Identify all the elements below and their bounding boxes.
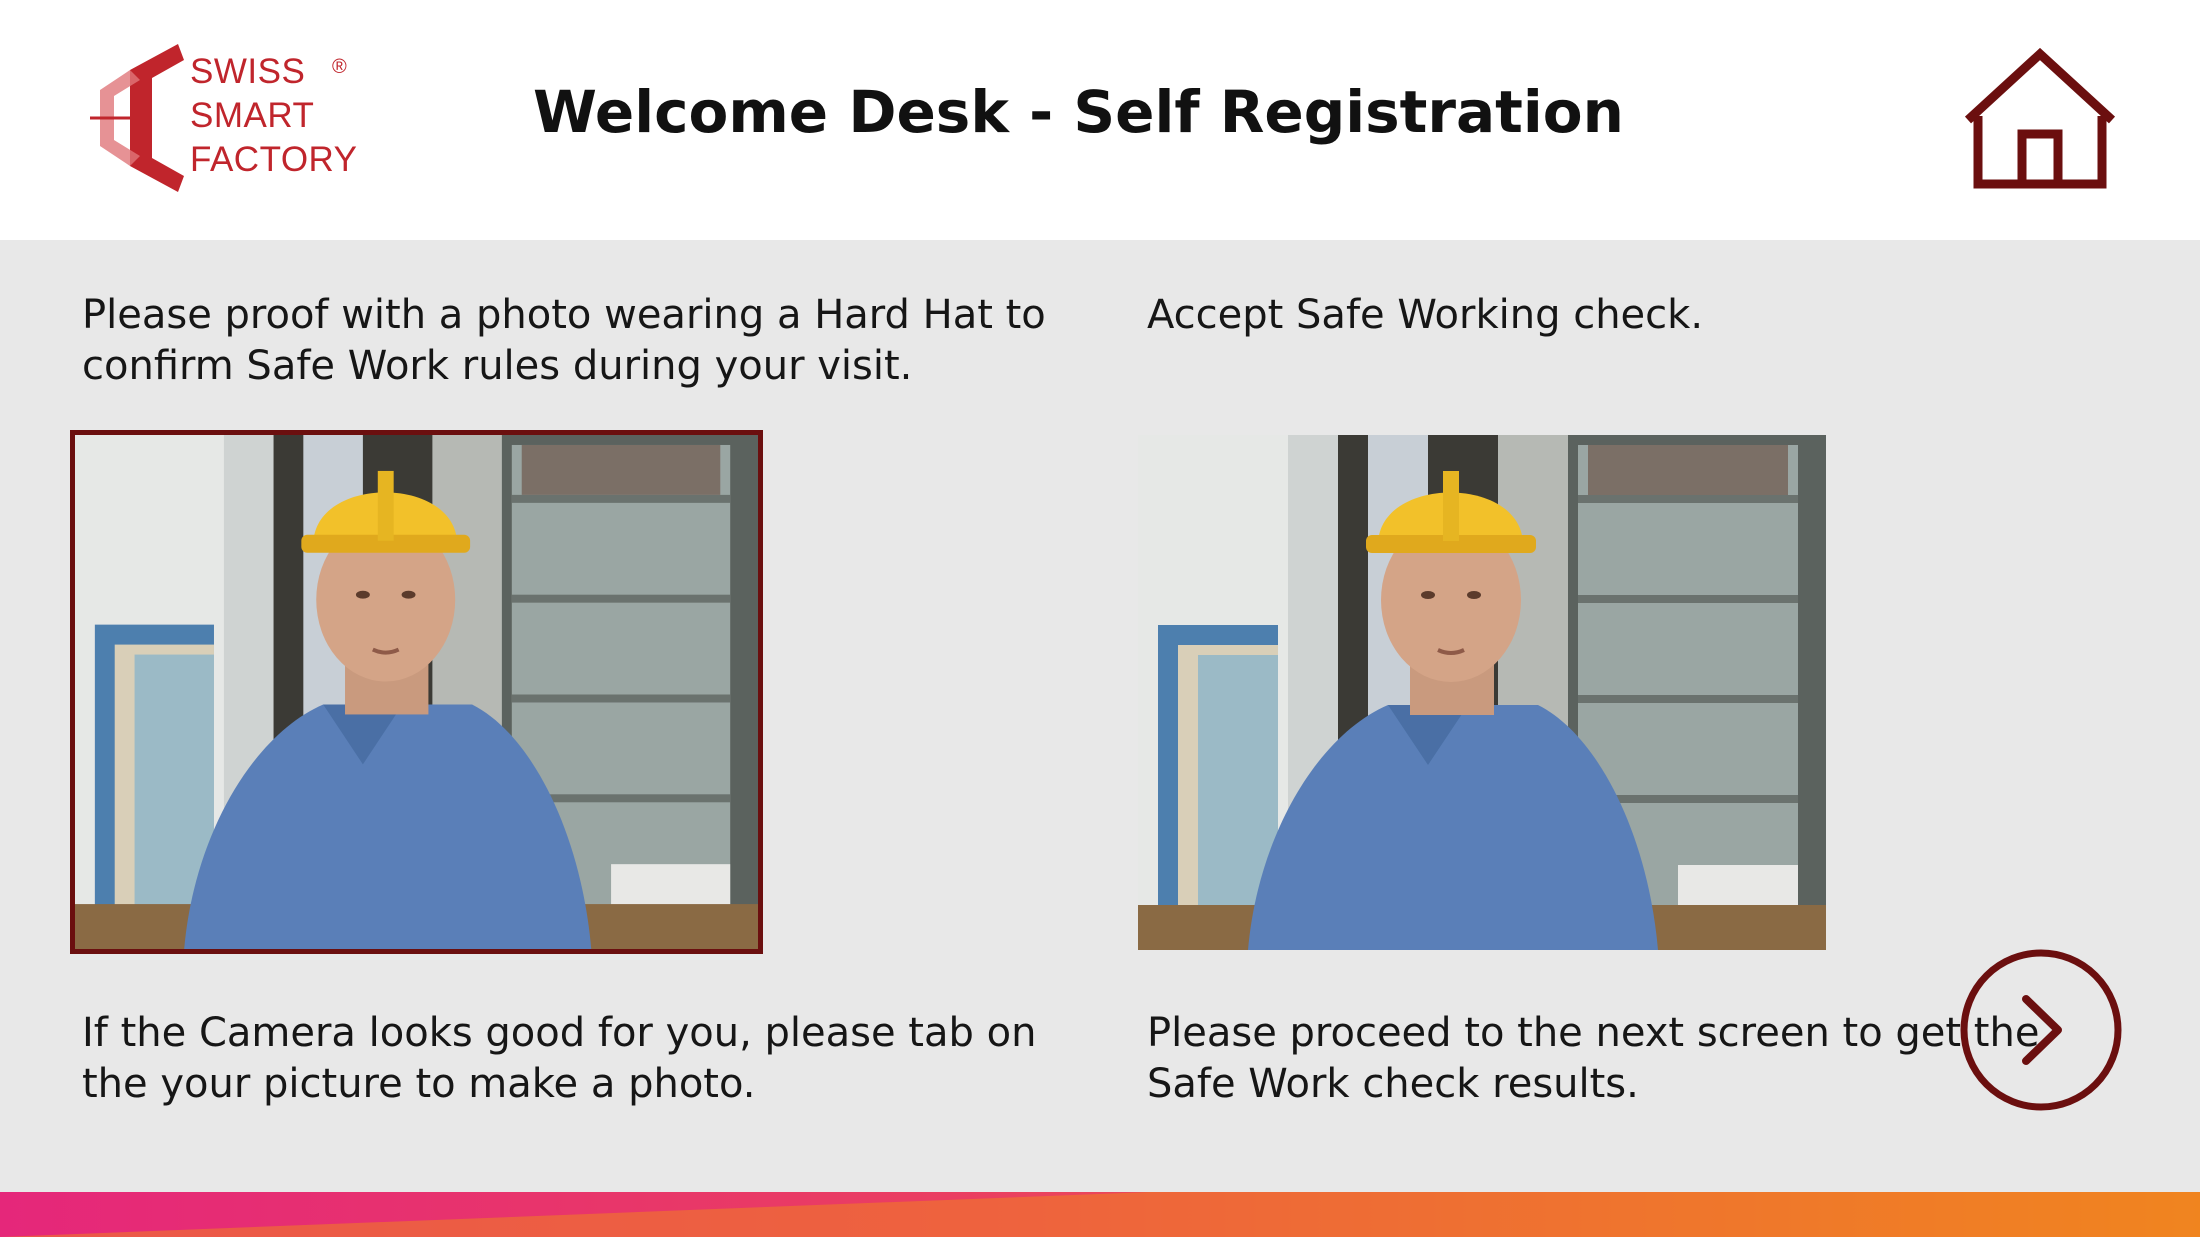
registered-mark: ® — [332, 56, 347, 78]
header: SWISS SMART FACTORY ® Welcome Desk - Sel… — [0, 0, 2200, 240]
camera-preview[interactable] — [70, 430, 763, 954]
content-area: Please proof with a photo wearing a Hard… — [0, 240, 2200, 1192]
welcome-desk-screen: SWISS SMART FACTORY ® Welcome Desk - Sel… — [0, 0, 2200, 1237]
person-hard-hat-photo — [1138, 435, 1826, 950]
swiss-smart-factory-logo: SWISS SMART FACTORY ® — [90, 38, 370, 198]
next-button[interactable] — [1958, 947, 2124, 1113]
camera-tap-instruction: If the Camera looks good for you, please… — [82, 1010, 1037, 1107]
proceed-instruction: Please proceed to the next screen to get… — [1147, 1010, 2040, 1107]
home-button[interactable] — [1962, 46, 2118, 192]
home-icon — [1964, 47, 2116, 189]
chevron-right-circle-icon — [1960, 949, 2122, 1111]
logo-emblem-icon — [90, 44, 184, 192]
person-hard-hat-photo — [75, 435, 758, 949]
logo-line-factory: FACTORY — [190, 140, 358, 179]
safe-working-check-instruction: Accept Safe Working check. — [1147, 292, 1704, 338]
logo-line-smart: SMART — [190, 96, 315, 135]
hard-hat-instruction: Please proof with a photo wearing a Hard… — [82, 292, 1046, 389]
captured-photo — [1138, 435, 1826, 950]
gradient-decoration — [0, 1192, 2200, 1237]
footer-gradient-bar — [0, 1192, 2200, 1237]
page-title: Welcome Desk - Self Registration — [533, 78, 1624, 146]
